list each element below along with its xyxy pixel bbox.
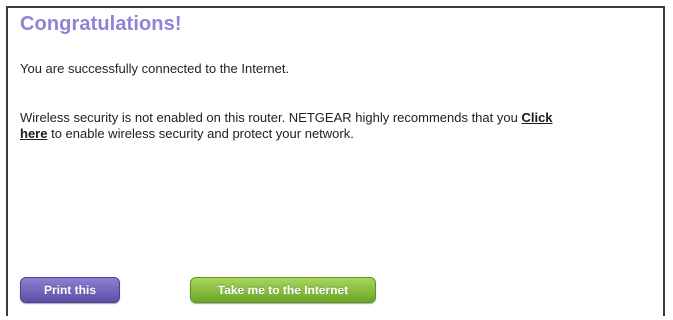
print-button[interactable]: Print this: [20, 277, 120, 303]
warning-text-start: Wireless security is not enabled on this…: [20, 110, 522, 125]
content-panel: [6, 6, 665, 316]
warning-text-end: to enable wireless security and protect …: [47, 126, 354, 141]
page-title: Congratulations!: [20, 13, 182, 35]
click-here-link-part-1[interactable]: Click: [521, 110, 552, 125]
click-here-link-part-2[interactable]: here: [20, 126, 47, 141]
take-me-to-internet-button[interactable]: Take me to the Internet: [190, 277, 376, 303]
connected-message: You are successfully connected to the In…: [20, 61, 290, 76]
security-warning: Wireless security is not enabled on this…: [20, 110, 660, 142]
